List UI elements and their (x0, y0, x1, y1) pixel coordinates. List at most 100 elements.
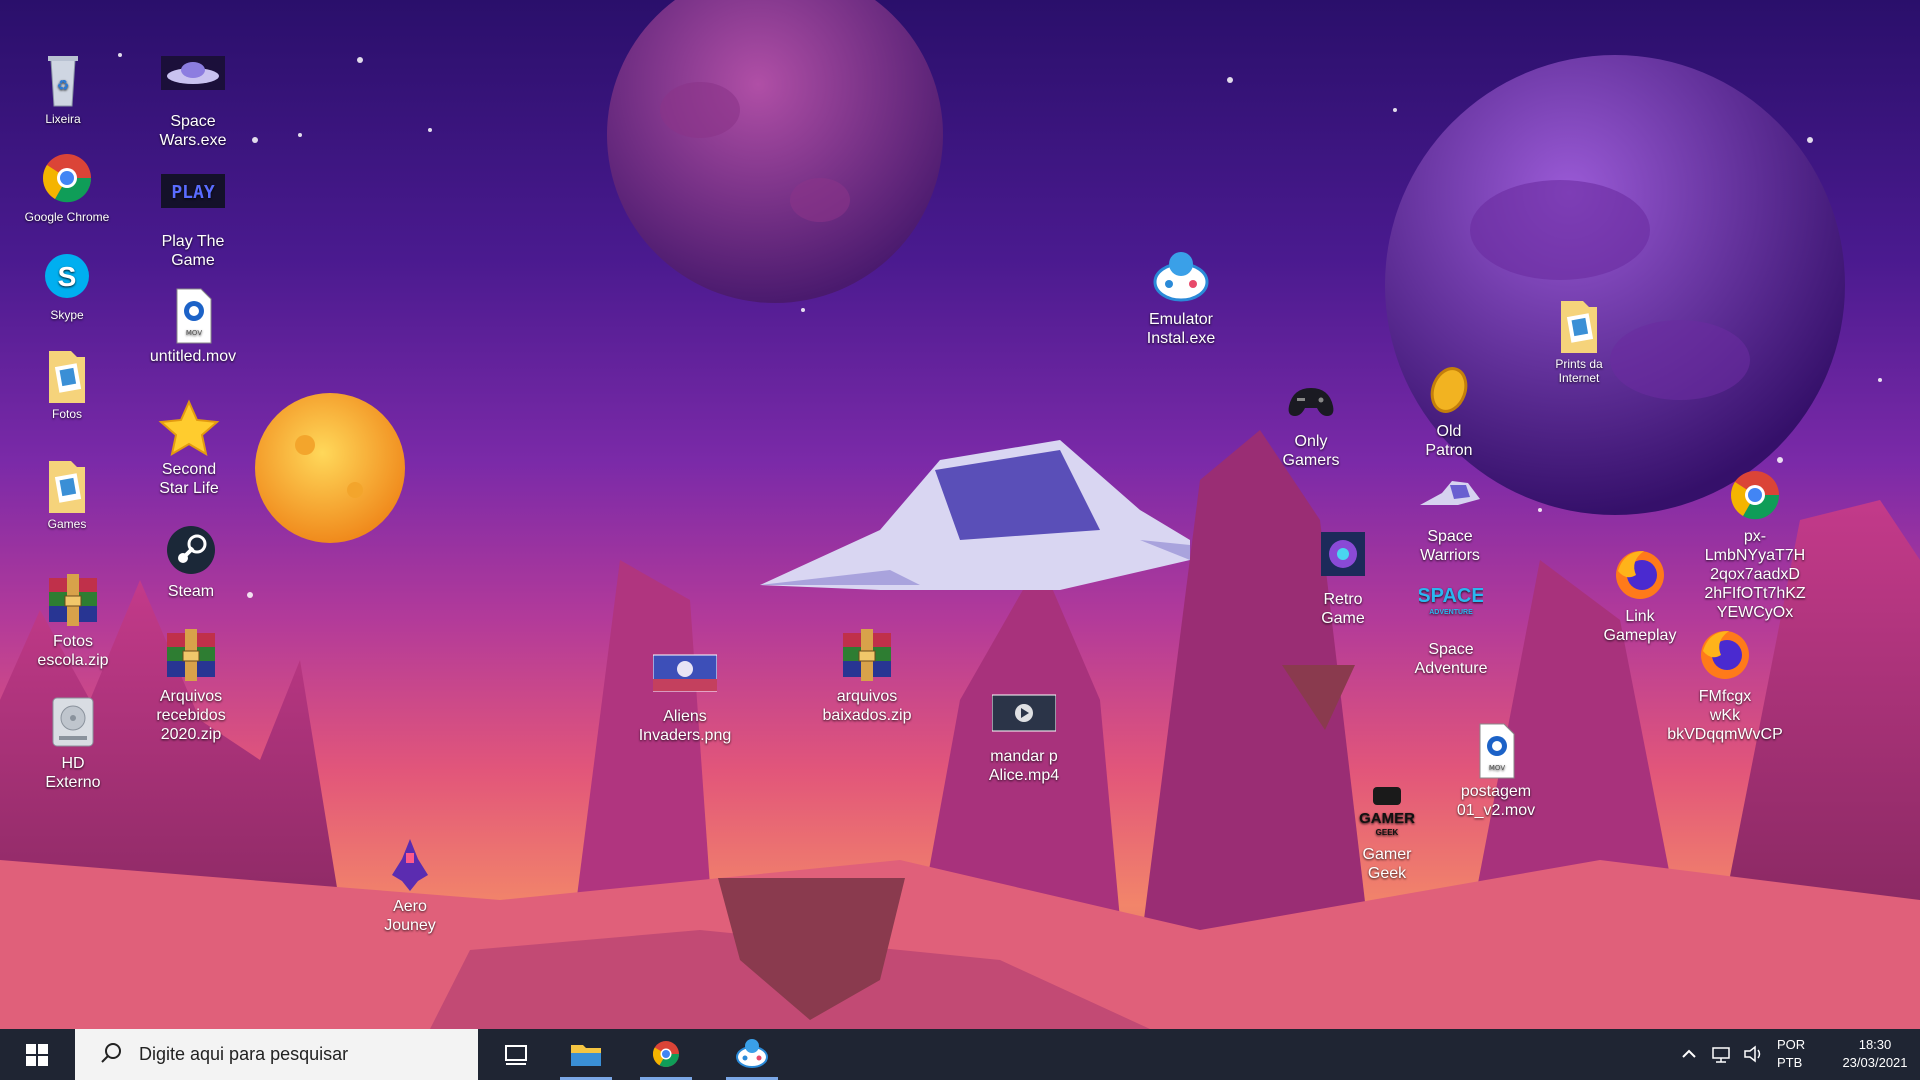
icon-label: Lixeira (45, 112, 81, 126)
taskbar-file-explorer[interactable] (556, 1029, 616, 1080)
icon-label: Space Wars.exe (159, 113, 227, 149)
chevron-up-icon[interactable] (1678, 1043, 1700, 1065)
icon-label: Skype (50, 308, 84, 322)
gamepad-mascot-icon (736, 1039, 768, 1068)
svg-text:S: S (58, 261, 77, 292)
desktop-icon-retro-game[interactable]: Retro Game (1288, 528, 1398, 628)
space-wallpaper (0, 0, 1920, 1029)
icon-label: Second Star Life (159, 461, 219, 497)
desktop-icon-untitled-mov[interactable]: MOV untitled.mov (138, 285, 248, 366)
geek-logo-text: GEEK (1376, 828, 1399, 837)
space-logo-text: SPACE (1419, 585, 1483, 607)
language-indicator-top[interactable]: POR (1777, 1037, 1805, 1052)
taskbar: Digite aqui para pesquisar POR PTB 18:30… (0, 1029, 1920, 1080)
controller-icon (1279, 370, 1343, 430)
desktop-icon-skype[interactable]: S Skype (12, 246, 122, 322)
winrar-archive-icon (835, 625, 899, 685)
firefox-icon (1693, 625, 1757, 685)
search-icon (101, 1043, 121, 1063)
desktop-icon-gamer-geek[interactable]: GAMER GEEK Gamer Geek (1332, 783, 1442, 883)
quicktime-file-icon: MOV (161, 285, 225, 345)
desktop-icon-emulator[interactable]: Emulator Instal.exe (1126, 248, 1236, 348)
desktop-icon-fotos-zip[interactable]: Fotos escola.zip (18, 570, 128, 670)
system-tray: POR PTB 18:30 23/03/2021 (1620, 1029, 1920, 1080)
taskbar-emulator[interactable] (722, 1029, 782, 1080)
desktop-icon-second-star[interactable]: Second Star Life (134, 398, 244, 498)
icon-label: Space Adventure (1414, 641, 1488, 677)
chrome-icon (652, 1041, 680, 1068)
winrar-archive-icon (159, 625, 223, 685)
skype-icon: S (35, 246, 99, 306)
star-icon (157, 398, 221, 458)
windows-logo-icon (26, 1044, 48, 1066)
desktop-icon-space-wars[interactable]: Space Wars.exe (138, 50, 248, 150)
gamer-geek-logo-icon: GAMER GEEK (1355, 783, 1419, 843)
desktop-icon-arquivos-recebidos[interactable]: Arquivos recebidos 2020.zip (136, 625, 246, 744)
icon-label: Fotos (51, 407, 82, 421)
desktop-icon-space-adventure[interactable]: SPACE ADVENTURE Space Adventure (1396, 578, 1506, 678)
desktop-icon-mandar-alice[interactable]: mandar p Alice.mp4 (969, 685, 1079, 785)
search-box[interactable]: Digite aqui para pesquisar (75, 1029, 478, 1080)
play-logo-icon: PLAY (161, 170, 225, 230)
network-icon[interactable] (1710, 1043, 1732, 1065)
clock-date[interactable]: 23/03/2021 (1832, 1055, 1918, 1070)
steam-icon (159, 520, 223, 580)
icon-label: untitled.mov (149, 348, 237, 365)
volume-icon[interactable] (1742, 1043, 1764, 1065)
desktop-icon-prints[interactable]: Prints da Internet (1524, 295, 1634, 385)
task-view-icon (505, 1045, 527, 1065)
icon-label: Play The Game (161, 233, 225, 269)
icon-label: Steam (167, 583, 215, 600)
hard-drive-icon (41, 692, 105, 752)
adventure-logo-text: ADVENTURE (1429, 609, 1473, 616)
play-logo-text: PLAY (171, 182, 215, 203)
folder-icon (35, 345, 99, 405)
icon-label: Emulator Instal.exe (1146, 311, 1216, 347)
ufo-icon (161, 50, 225, 110)
retro-game-logo-icon (1311, 528, 1375, 588)
desktop-icon-only-gamers[interactable]: Only Gamers (1256, 370, 1366, 470)
mov-badge-text: MOV (1489, 764, 1505, 772)
taskbar-chrome[interactable] (636, 1029, 696, 1080)
desktop-icon-space-warriors[interactable]: Space Warriors (1395, 465, 1505, 565)
space-adventure-logo-icon: SPACE ADVENTURE (1419, 578, 1483, 638)
folder-icon (571, 1045, 601, 1066)
desktop-icon-lixeira[interactable]: ♻ Lixeira (8, 50, 118, 126)
task-view-button[interactable] (486, 1029, 546, 1080)
winrar-archive-icon (41, 570, 105, 630)
icon-label: Aliens Invaders.png (638, 708, 732, 744)
icon-label: px-LmbNYyaT7H 2qox7aadxD 2hFIfOTt7hKZ YE… (1704, 528, 1806, 621)
desktop-icon-postagem[interactable]: MOV postagem 01_v2.mov (1441, 720, 1551, 820)
image-thumbnail-icon (653, 645, 717, 705)
desktop-icon-chrome[interactable]: Google Chrome (12, 148, 122, 224)
desktop-icon-px-chrome[interactable]: px-LmbNYyaT7H 2qox7aadxD 2hFIfOTt7hKZ YE… (1695, 465, 1815, 622)
desktop[interactable]: ♻ Lixeira Google Chrome S Skype Fotos Ga… (0, 0, 1920, 1029)
icon-label: Prints da Internet (1555, 357, 1603, 385)
desktop-icon-fmfcgx[interactable]: FMfcgx wKk bkVDqqmWvCP (1665, 625, 1785, 744)
pixel-spaceship-icon (378, 835, 442, 895)
icon-label: Old Patron (1425, 423, 1473, 459)
chrome-icon (35, 148, 99, 208)
desktop-icon-aliens-invaders[interactable]: Aliens Invaders.png (630, 645, 740, 745)
spaceship-icon (1418, 465, 1482, 525)
recycle-bin-icon: ♻ (31, 50, 95, 110)
desktop-icon-play-the-game[interactable]: PLAY Play The Game (138, 170, 248, 270)
language-indicator-bottom[interactable]: PTB (1777, 1055, 1802, 1070)
start-button[interactable] (0, 1029, 74, 1080)
desktop-icon-games[interactable]: Games (12, 455, 122, 531)
desktop-icon-arquivos-baixados[interactable]: arquivos baixados.zip (812, 625, 922, 725)
icon-label: Aero Jouney (384, 898, 436, 934)
icon-label: FMfcgx wKk bkVDqqmWvCP (1667, 688, 1783, 743)
folder-icon (35, 455, 99, 515)
desktop-icon-fotos[interactable]: Fotos (12, 345, 122, 421)
desktop-icon-hd-externo[interactable]: HD Externo (18, 692, 128, 792)
clock-time[interactable]: 18:30 (1845, 1037, 1905, 1052)
gamer-logo-text: GAMER (1359, 810, 1415, 827)
icon-label: HD Externo (45, 755, 101, 791)
firefox-icon (1608, 545, 1672, 605)
desktop-icon-old-patron[interactable]: Old Patron (1394, 360, 1504, 460)
video-thumbnail-icon (992, 685, 1056, 745)
desktop-icon-steam[interactable]: Steam (136, 520, 246, 601)
desktop-icon-aero-jouney[interactable]: Aero Jouney (355, 835, 465, 935)
icon-label: arquivos baixados.zip (822, 688, 912, 724)
